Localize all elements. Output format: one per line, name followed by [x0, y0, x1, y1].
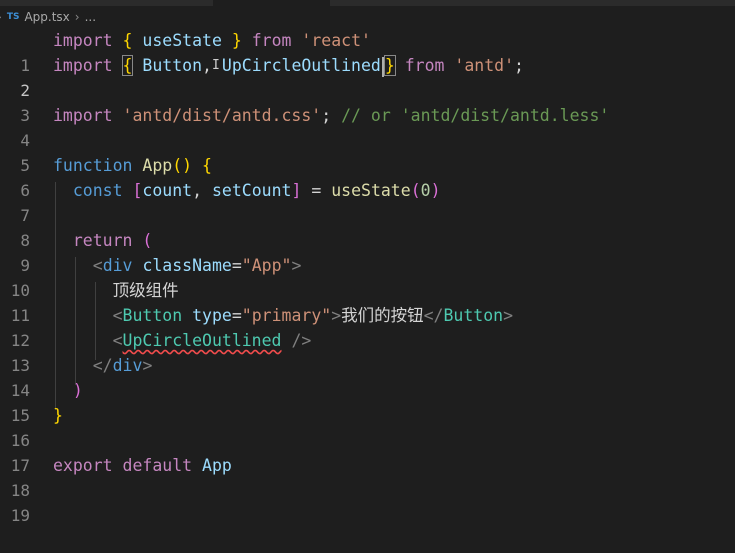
code-line[interactable]: 10 <div className="App">	[0, 253, 735, 300]
code-line[interactable]: 16 }	[0, 403, 735, 450]
breadcrumb: › TS App.tsx › ...	[0, 6, 735, 28]
code-line-active[interactable]: 2 import { Button,I UpCircleOutlined} fr…	[0, 53, 735, 100]
line-number: 19	[10, 506, 30, 525]
code-line[interactable]: 6 function App() {	[0, 153, 735, 200]
caret	[381, 56, 384, 77]
error-squiggle[interactable]: UpCircleOutlined	[123, 331, 282, 350]
bracket-match-highlight: {	[121, 55, 134, 76]
code-line[interactable]: 7 const [count, setCount] = useState(0)	[0, 178, 735, 225]
typescript-file-icon: TS	[6, 12, 20, 22]
code-editor[interactable]: 1 import { useState } from 'react' 2 imp…	[0, 28, 735, 533]
code-line[interactable]: 15 )	[0, 378, 735, 425]
bracket-match-highlight: }	[383, 55, 396, 76]
code-line[interactable]: 14 </div>	[0, 353, 735, 400]
breadcrumb-file[interactable]: App.tsx	[24, 10, 69, 24]
code-line[interactable]: 12 <Button type="primary">我们的按钮</Button>	[0, 303, 735, 350]
code-line[interactable]: 17	[0, 428, 735, 475]
code-line[interactable]: 13 <UpCircleOutlined />	[0, 328, 735, 375]
breadcrumb-symbols[interactable]: ...	[85, 10, 96, 24]
code-line[interactable]: 5	[0, 128, 735, 175]
code-line[interactable]: 4 import 'antd/dist/antd.css'; // or 'an…	[0, 103, 735, 150]
code-line[interactable]: 18 export default App	[0, 453, 735, 500]
code-line[interactable]: 9 return (	[0, 228, 735, 275]
code-line[interactable]: 11 顶级组件	[0, 278, 735, 325]
chevron-right-icon: ›	[74, 10, 80, 24]
code-line[interactable]: 19	[0, 478, 735, 525]
code-line[interactable]: 1 import { useState } from 'react'	[0, 28, 735, 75]
chevron-right-icon: ›	[0, 10, 2, 24]
code-line[interactable]: 3	[0, 78, 735, 125]
code-line[interactable]: 8	[0, 203, 735, 250]
